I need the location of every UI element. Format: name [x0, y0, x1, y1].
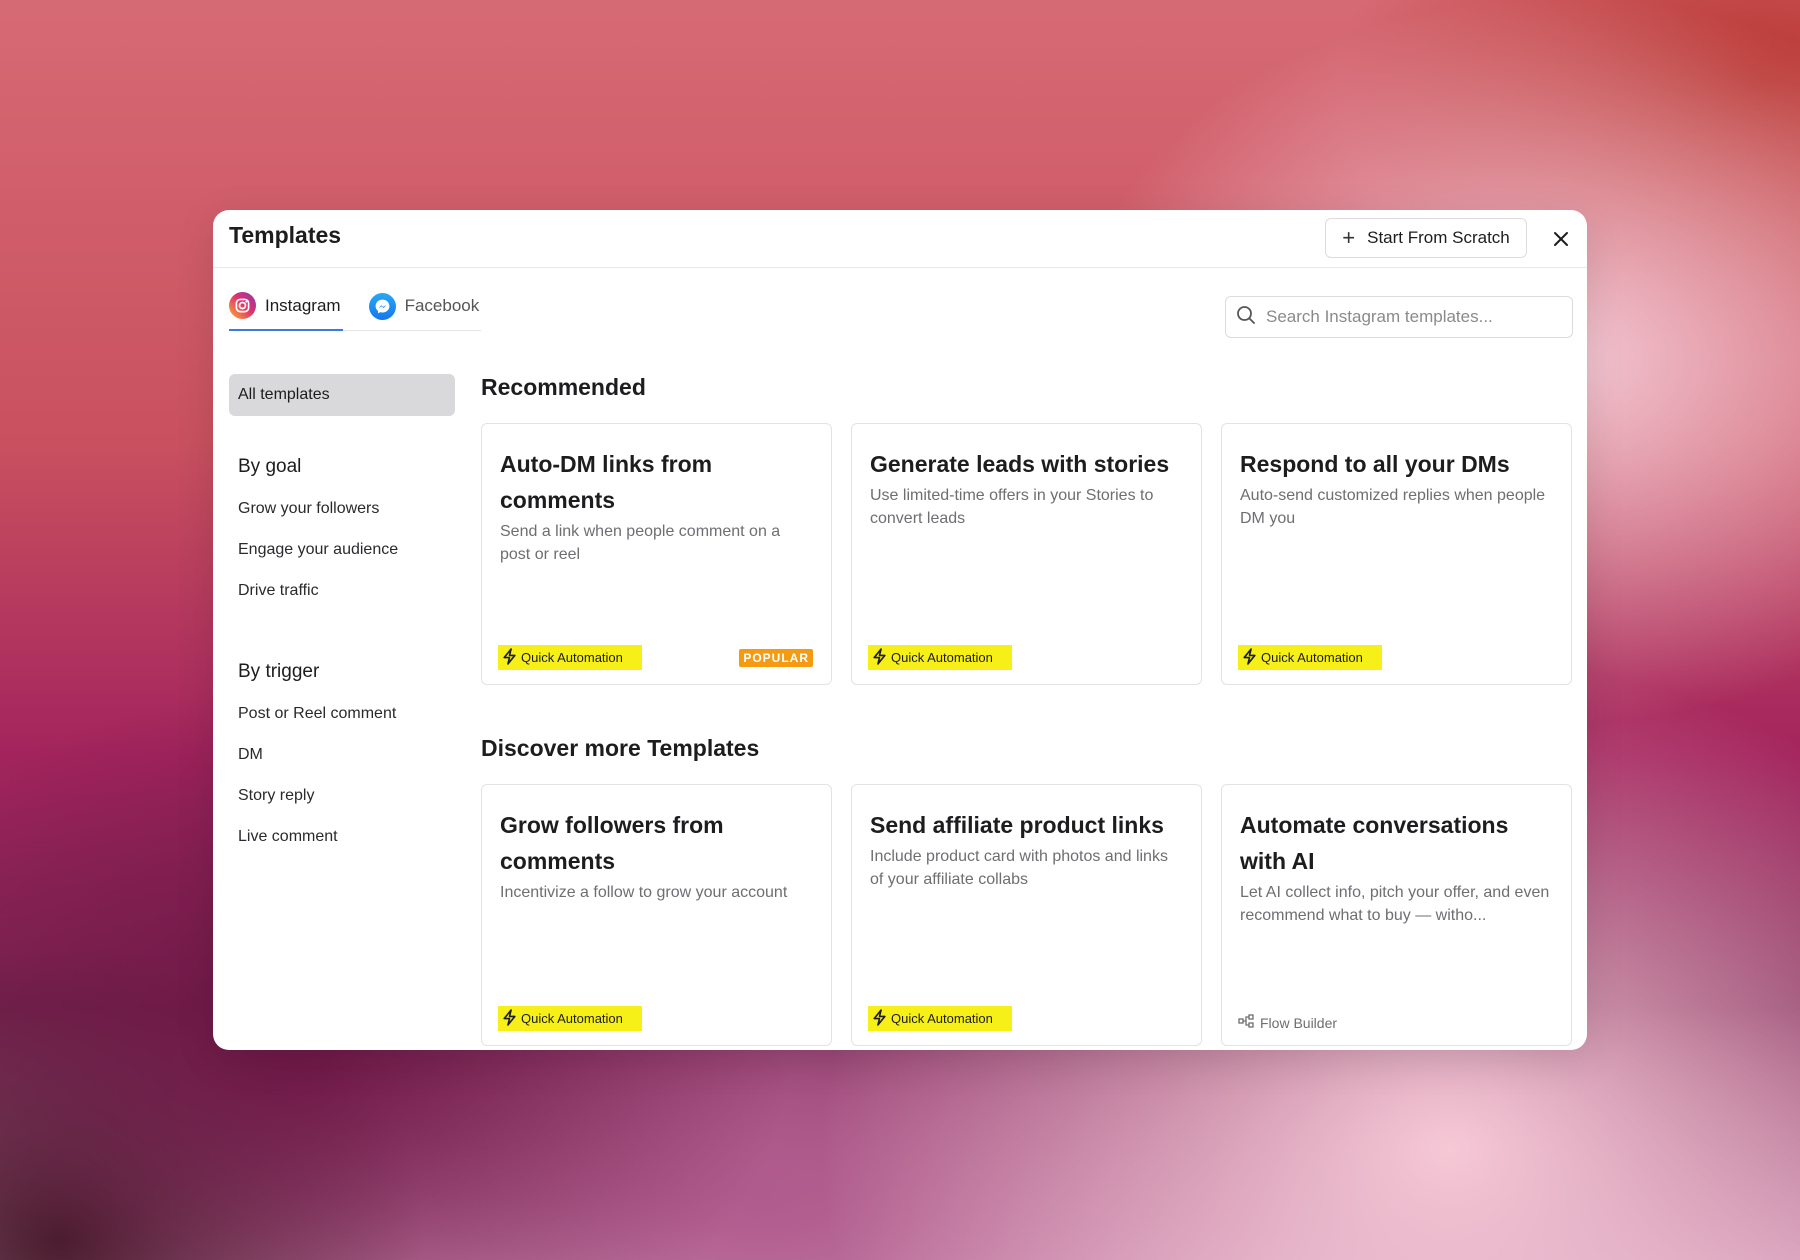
messenger-icon [368, 292, 396, 320]
template-card[interactable]: Send affiliate product links Include pro… [851, 784, 1202, 1046]
modal-header: Templates + Start From Scratch [213, 210, 1587, 268]
quick-automation-badge: Quick Automation [868, 1006, 1012, 1031]
badge-label: Quick Automation [1261, 650, 1363, 665]
card-title: Generate leads with stories [870, 451, 1170, 477]
section-title-recommended: Recommended [481, 374, 646, 400]
sidebar-group-trigger: By trigger Post or Reel comment DM Story… [229, 661, 455, 869]
card-footer: Quick Automation [868, 645, 1183, 670]
lightning-icon [1242, 647, 1257, 668]
template-card[interactable]: Automate conversations with AI Let AI co… [1221, 784, 1572, 1046]
modal-title: Templates [229, 222, 342, 248]
quick-automation-badge: Quick Automation [498, 645, 642, 670]
lightning-icon [502, 1008, 517, 1029]
card-title: Auto-DM links from comments [500, 451, 713, 513]
card-title: Grow followers from comments [500, 812, 724, 874]
sidebar-item-dm[interactable]: DM [238, 746, 455, 787]
template-card[interactable]: Grow followers from comments Incentivize… [481, 784, 832, 1046]
recommended-grid: Auto-DM links from comments Send a link … [481, 423, 1573, 685]
tab-facebook[interactable]: Facebook [368, 292, 482, 330]
card-description: Auto-send customized replies when people… [1240, 487, 1546, 527]
sidebar-heading-goal: By goal [238, 456, 302, 477]
card-description: Use limited-time offers in your Stories … [870, 487, 1154, 527]
tab-instagram[interactable]: Instagram [229, 292, 343, 331]
section-title-discover: Discover more Templates [481, 735, 760, 761]
flow-builder-badge: Flow Builder [1238, 1014, 1337, 1031]
instagram-icon [229, 292, 256, 319]
sidebar: All templates By goal Grow your follower… [229, 374, 455, 869]
card-footer: Quick Automation [1238, 645, 1553, 670]
sidebar-item-story-reply[interactable]: Story reply [238, 787, 455, 828]
card-title: Respond to all your DMs [1240, 451, 1510, 477]
sidebar-item-post-reel-comment[interactable]: Post or Reel comment [238, 705, 455, 746]
badge-label: Quick Automation [521, 1011, 623, 1026]
badge-label: Quick Automation [891, 650, 993, 665]
card-description: Incentivize a follow to grow your accoun… [500, 884, 788, 901]
sidebar-item-grow-followers[interactable]: Grow your followers [238, 500, 455, 541]
badge-label: Quick Automation [521, 650, 623, 665]
template-card[interactable]: Auto-DM links from comments Send a link … [481, 423, 832, 685]
sidebar-item-all-templates[interactable]: All templates [229, 374, 455, 416]
quick-automation-badge: Quick Automation [868, 645, 1012, 670]
quick-automation-badge: Quick Automation [498, 1006, 642, 1031]
quick-automation-badge: Quick Automation [1238, 645, 1382, 670]
template-card[interactable]: Generate leads with stories Use limited-… [851, 423, 1202, 685]
discover-grid: Grow followers from comments Incentivize… [481, 784, 1573, 1046]
main-content: Recommended Auto-DM links from comments … [481, 374, 1573, 1046]
badge-label: Flow Builder [1260, 1014, 1338, 1031]
search-icon [1236, 305, 1256, 330]
card-description: Include product card with photos and lin… [870, 848, 1168, 888]
popular-badge: POPULAR [739, 648, 813, 667]
tab-facebook-label: Facebook [404, 296, 480, 315]
sidebar-group-goal: By goal Grow your followers Engage your … [229, 456, 455, 623]
plus-icon: + [1342, 225, 1356, 250]
sidebar-item-engage-audience[interactable]: Engage your audience [238, 541, 455, 582]
card-description: Let AI collect info, pitch your offer, a… [1240, 884, 1550, 924]
templates-modal: Templates + Start From Scratch Instagram… [213, 210, 1587, 1050]
card-title: Send affiliate product links [870, 812, 1164, 838]
sidebar-item-drive-traffic[interactable]: Drive traffic [238, 582, 455, 623]
tab-instagram-label: Instagram [265, 295, 341, 315]
close-icon[interactable] [1547, 225, 1575, 253]
badge-label: Quick Automation [891, 1011, 993, 1026]
card-footer: Flow Builder [1238, 1014, 1553, 1031]
search-box [1225, 296, 1573, 338]
lightning-icon [502, 647, 517, 668]
card-footer: Quick Automation [868, 1006, 1183, 1031]
sidebar-heading-trigger: By trigger [238, 661, 320, 682]
platform-tabs: Instagram Facebook [229, 292, 482, 331]
flow-builder-icon [1238, 1014, 1254, 1031]
lightning-icon [872, 1008, 887, 1029]
start-from-scratch-button[interactable]: + Start From Scratch [1325, 218, 1527, 258]
start-from-scratch-label: Start From Scratch [1367, 228, 1510, 247]
template-card[interactable]: Respond to all your DMs Auto-send custom… [1221, 423, 1572, 685]
card-description: Send a link when people comment on a pos… [500, 523, 781, 563]
card-title: Automate conversations with AI [1240, 812, 1509, 874]
sidebar-item-live-comment[interactable]: Live comment [238, 828, 455, 869]
card-footer: Quick Automation POPULAR [498, 645, 813, 670]
card-footer: Quick Automation [498, 1006, 813, 1031]
lightning-icon [872, 647, 887, 668]
search-input[interactable] [1266, 307, 1556, 327]
